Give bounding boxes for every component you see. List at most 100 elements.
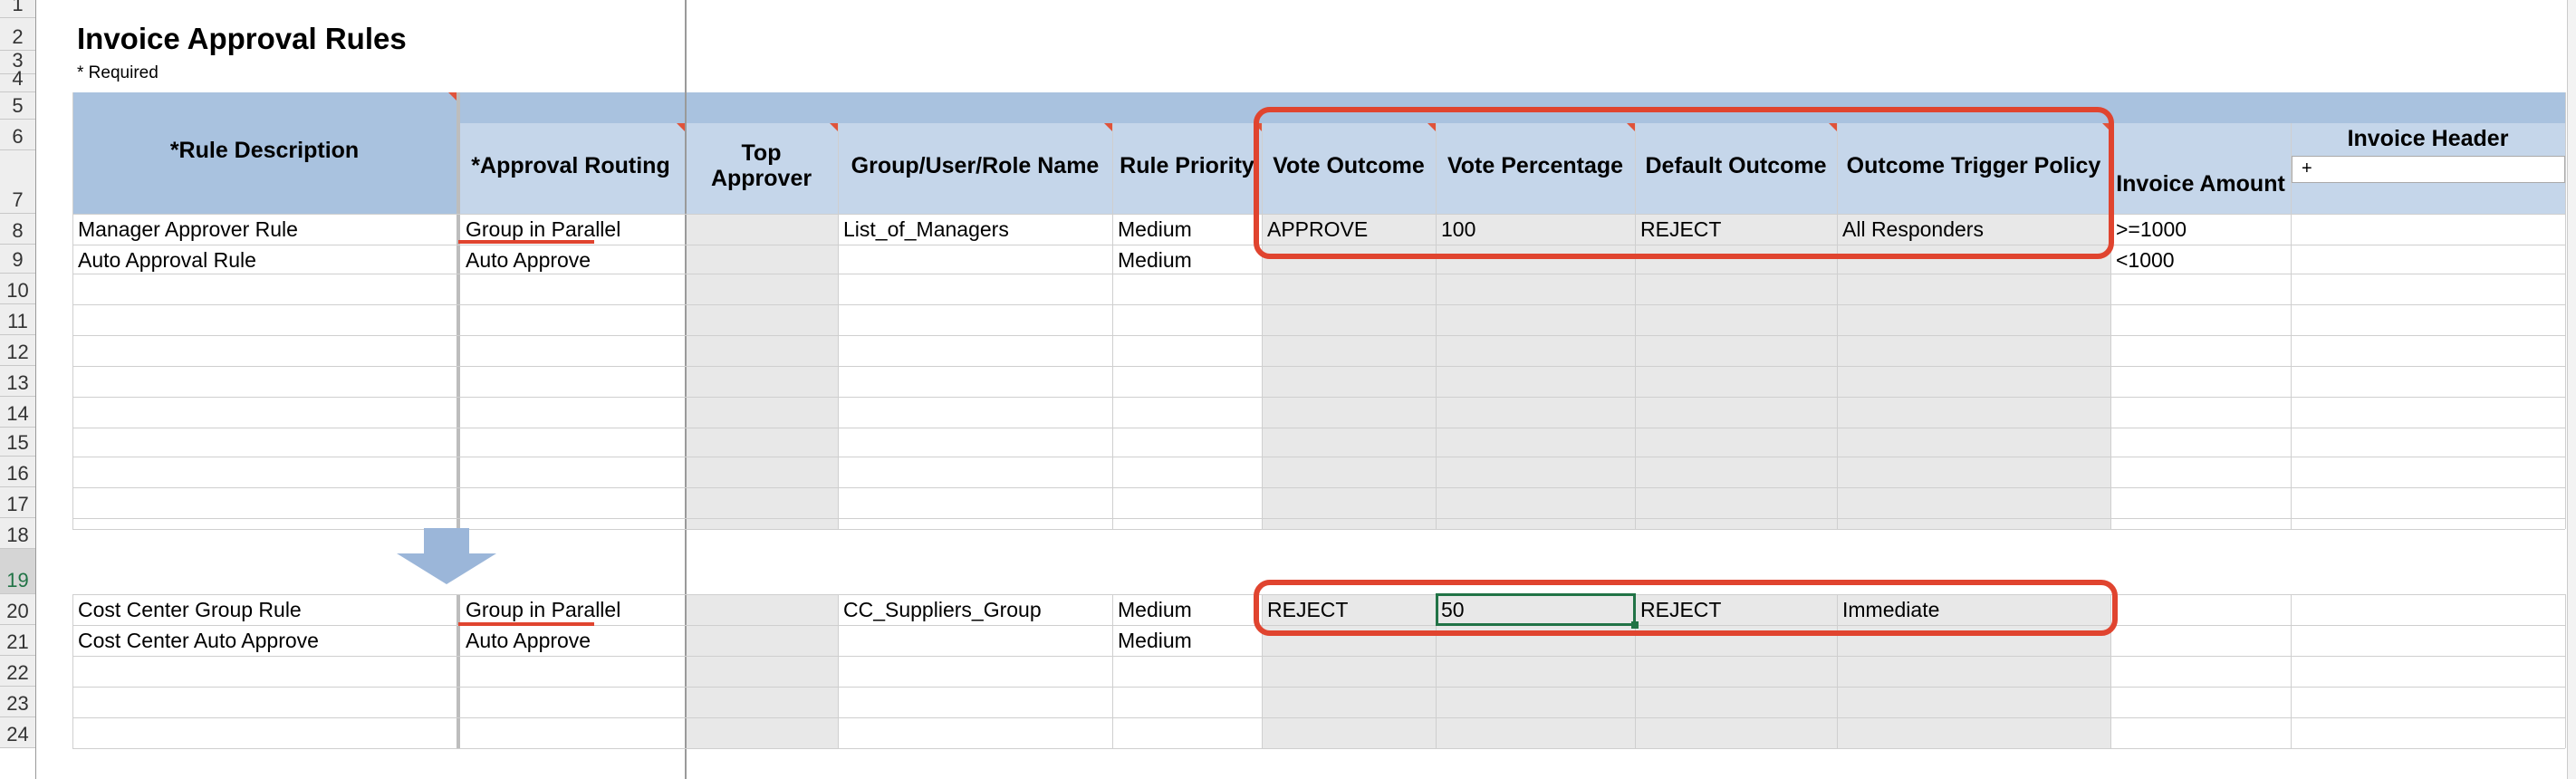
cell-amount[interactable]: [2110, 626, 2291, 655]
cell-routing[interactable]: Auto Approve: [460, 626, 685, 655]
row-number: 24: [6, 723, 29, 745]
cell-desc[interactable]: Auto Approval Rule: [72, 245, 457, 274]
row-header-19[interactable]: 19: [0, 549, 36, 594]
row-header-4[interactable]: 4: [0, 67, 36, 92]
cell-group[interactable]: CC_Suppliers_Group: [838, 595, 1112, 624]
cell-top[interactable]: [685, 626, 838, 655]
row-number: 17: [6, 493, 29, 515]
row-header-11[interactable]: 11: [0, 304, 36, 335]
cell-desc[interactable]: Cost Center Group Rule: [72, 595, 457, 624]
grid-vline: [1112, 123, 1113, 529]
row-header-5[interactable]: 5: [0, 92, 36, 120]
header-group-user-role-label: Group/User/Role Name: [851, 152, 1100, 178]
annotation-box-bottom: [1254, 580, 2118, 636]
row-header-14[interactable]: 14: [0, 397, 36, 428]
required-note: * Required: [77, 63, 159, 82]
row-number: 11: [7, 310, 28, 332]
grid-vline: [2291, 594, 2292, 748]
cell-top[interactable]: [685, 215, 838, 244]
row-number: 8: [12, 219, 24, 242]
cell-amount[interactable]: <1000: [2110, 245, 2291, 274]
row-header-24[interactable]: 24: [0, 717, 36, 748]
vertical-scrollbar[interactable]: [2567, 0, 2576, 779]
row-header-22[interactable]: 22: [0, 656, 36, 687]
row-number: 15: [6, 431, 29, 454]
cell-priority[interactable]: Medium: [1112, 215, 1262, 244]
cell-priority[interactable]: Medium: [1112, 595, 1262, 624]
cell-group[interactable]: [838, 245, 1112, 274]
row-header-1[interactable]: 1: [0, 0, 36, 18]
row-header-7[interactable]: 7: [0, 150, 36, 214]
row-number: 18: [6, 524, 29, 546]
grid-vline: [2291, 123, 2292, 529]
row-header-10[interactable]: 10: [0, 274, 36, 304]
cell-desc[interactable]: Cost Center Auto Approve: [72, 626, 457, 655]
row-number: 4: [12, 67, 24, 90]
header-rule-description-label: *Rule Description: [169, 137, 360, 163]
row-number: 23: [6, 692, 29, 715]
row-header-21[interactable]: 21: [0, 625, 36, 656]
row-number: 21: [6, 630, 29, 653]
grid-vline: [457, 92, 460, 529]
grid-vline: [838, 123, 839, 529]
row-number: 12: [6, 341, 29, 363]
annotation-box-top: [1254, 107, 2114, 259]
sheet-title: Invoice Approval Rules: [77, 22, 407, 55]
cell-routing[interactable]: Auto Approve: [460, 245, 685, 274]
grid-hline: [72, 335, 2565, 336]
comment-indicator: [830, 123, 838, 131]
cell-desc[interactable]: Manager Approver Rule: [72, 215, 457, 244]
filter-input[interactable]: +: [2292, 156, 2565, 183]
row-number: 19: [6, 569, 29, 591]
header-approval-routing[interactable]: *Approval Routing: [457, 145, 685, 187]
cell-top[interactable]: [685, 245, 838, 274]
row-number: 7: [12, 188, 24, 211]
comment-indicator: [1104, 123, 1112, 131]
grid-vline: [2565, 92, 2566, 529]
grid-hline: [72, 366, 2565, 367]
header-top-approver[interactable]: Top Approver: [685, 136, 838, 196]
grid-hline: [72, 748, 2565, 749]
cell-amount[interactable]: [2110, 595, 2291, 624]
row-header-12[interactable]: 12: [0, 335, 36, 366]
row-number: 9: [12, 248, 24, 271]
cell-group[interactable]: [838, 626, 1112, 655]
row-header-18[interactable]: 18: [0, 518, 36, 549]
row-header-15[interactable]: 15: [0, 428, 36, 457]
cell-top[interactable]: [685, 595, 838, 624]
row-header-8[interactable]: 8: [0, 214, 36, 245]
cell-amount[interactable]: >=1000: [2110, 215, 2291, 244]
header-invoice-amount[interactable]: Invoice Amount: [2110, 163, 2291, 205]
comment-indicator: [677, 123, 685, 131]
annotation-underline-bottom: [458, 622, 594, 626]
header-group-user-role[interactable]: Group/User/Role Name: [838, 145, 1112, 187]
cell-routing[interactable]: Group in Parallel: [460, 595, 685, 624]
row-header-2[interactable]: 2: [0, 18, 36, 51]
row-header-20[interactable]: 20: [0, 594, 36, 625]
cell-priority[interactable]: Medium: [1112, 245, 1262, 274]
row-header-6[interactable]: 6: [0, 120, 36, 150]
header-top-approver-label: Top Approver: [710, 140, 812, 191]
row-header-9[interactable]: 9: [0, 245, 36, 274]
header-rule-description[interactable]: *Rule Description: [72, 127, 457, 174]
header-invoice-header-group: Invoice Header: [2347, 125, 2509, 151]
row-number: 22: [6, 661, 29, 684]
row-number: 14: [6, 402, 29, 425]
row-number: 13: [6, 371, 29, 394]
row-header-17[interactable]: 17: [0, 487, 36, 518]
grid-hline: [72, 717, 2565, 718]
header-rule-priority-label: Rule Priority: [1120, 152, 1254, 178]
row-header-23[interactable]: 23: [0, 687, 36, 717]
header-rule-priority[interactable]: Rule Priority: [1112, 145, 1262, 187]
row-number: 20: [6, 600, 29, 622]
row-number: 1: [12, 0, 24, 15]
cell-priority[interactable]: Medium: [1112, 626, 1262, 655]
row-header-16[interactable]: 16: [0, 457, 36, 487]
header-invoice-amount-label: Invoice Amount: [2116, 170, 2285, 197]
grid-hline: [72, 518, 2565, 519]
grid-hline: [72, 687, 2565, 688]
grid-vline: [2565, 594, 2566, 748]
row-header-13[interactable]: 13: [0, 366, 36, 397]
row-number: 6: [12, 125, 24, 148]
cell-group[interactable]: List_of_Managers: [838, 215, 1112, 244]
